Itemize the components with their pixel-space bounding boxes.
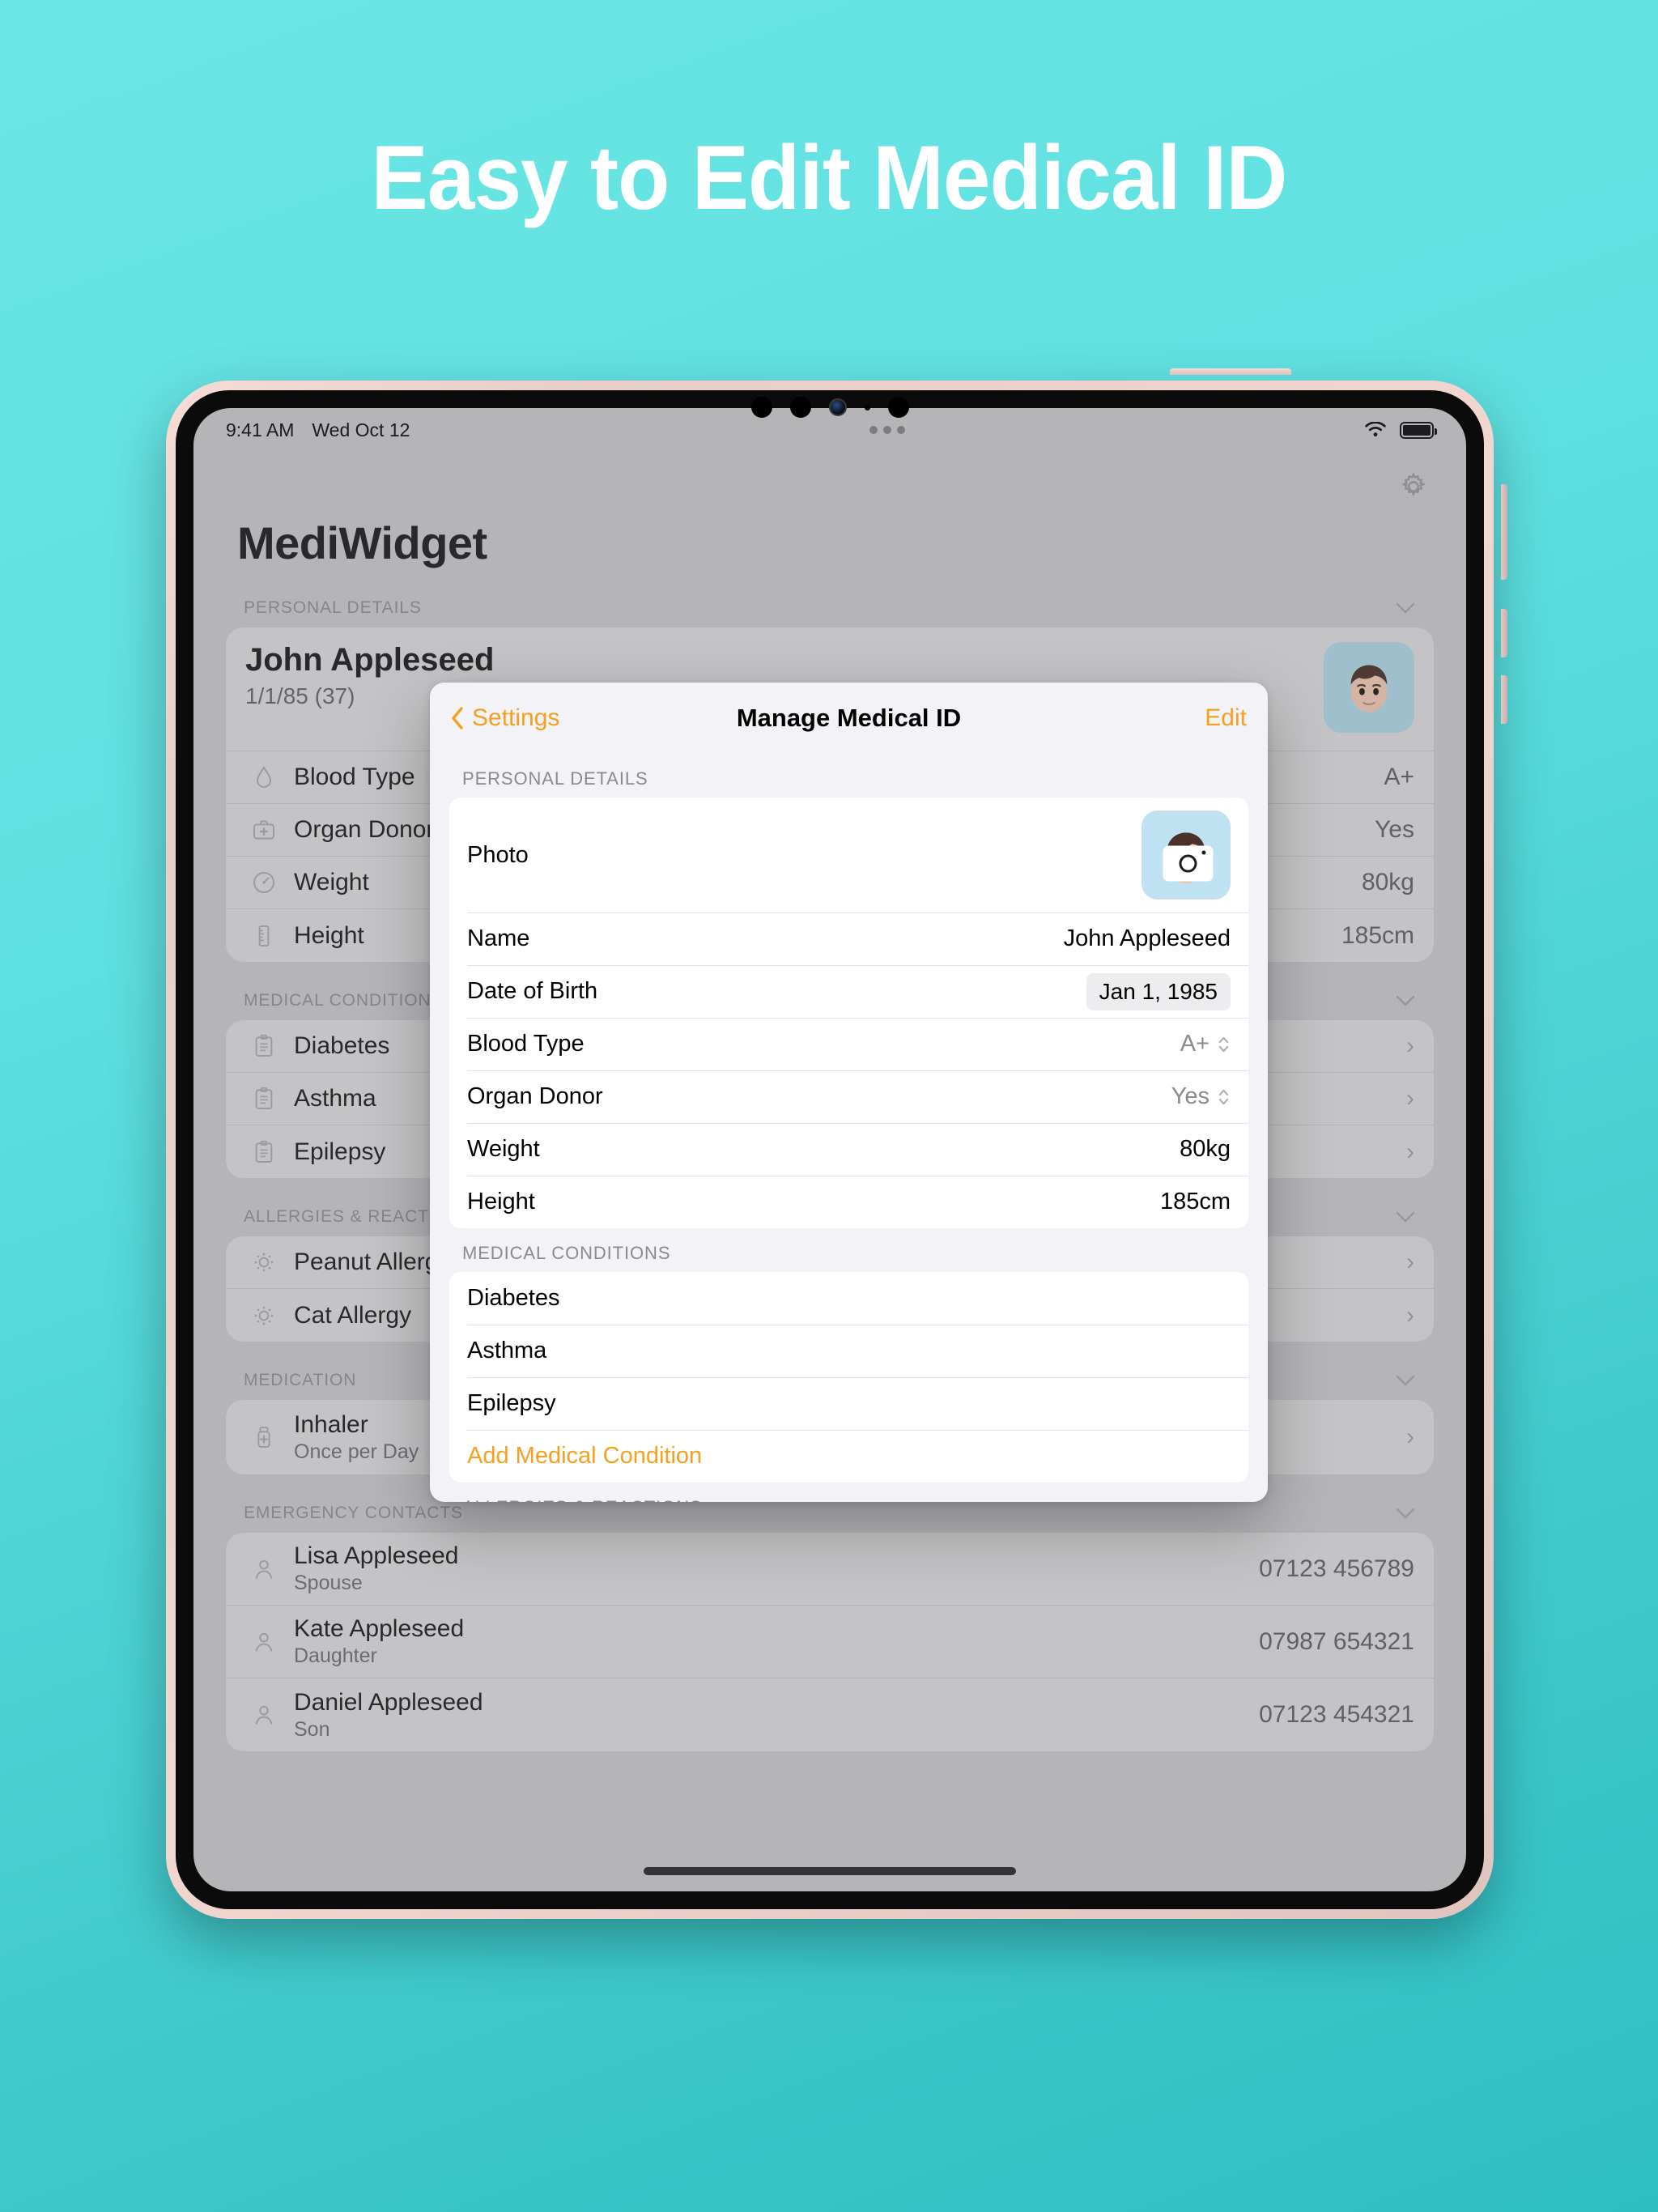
list-item[interactable]: Epilepsy [449, 1377, 1248, 1430]
page-title: Easy to Edit Medical ID [371, 127, 1288, 228]
weight-row[interactable]: Weight 80kg [449, 1123, 1248, 1176]
camera-icon [1163, 845, 1214, 882]
edit-button[interactable]: Edit [1205, 704, 1247, 732]
status-time: 9:41 AM [226, 419, 295, 440]
back-button-label: Settings [472, 704, 560, 731]
wifi-icon [1365, 422, 1386, 437]
apple-pencil-strip [1501, 484, 1507, 580]
sensor-icon [887, 397, 909, 418]
multitask-handle-icon[interactable] [410, 426, 1364, 434]
sensor-icon [789, 397, 811, 418]
chevron-updown-icon [1218, 1036, 1229, 1052]
battery-icon [1400, 421, 1437, 439]
name-row[interactable]: Name John Appleseed [449, 912, 1248, 965]
modal-navbar: Settings Manage Medical ID Edit [430, 683, 1268, 754]
row-value: A+ [1180, 1031, 1209, 1057]
memoji-avatar[interactable] [1141, 810, 1231, 900]
row-value: 185cm [1159, 1189, 1231, 1214]
blood-type-stepper[interactable]: A+ [1180, 1031, 1231, 1057]
date-picker-field[interactable]: Jan 1, 1985 [1086, 972, 1231, 1010]
row-value: 80kg [1180, 1136, 1231, 1162]
list-item[interactable]: Diabetes [449, 1272, 1248, 1325]
row-label: Epilepsy [467, 1390, 556, 1416]
row-label: Diabetes [467, 1285, 560, 1311]
organ-donor-stepper[interactable]: Yes [1171, 1083, 1231, 1110]
date-of-birth-row[interactable]: Date of Birth Jan 1, 1985 [449, 965, 1248, 1018]
front-camera-icon [828, 398, 847, 416]
sensor-icon [750, 397, 772, 418]
list-item[interactable]: Asthma [449, 1325, 1248, 1377]
row-label: Photo [467, 841, 529, 868]
row-label: Date of Birth [467, 978, 598, 1004]
organ-donor-row[interactable]: Organ Donor Yes [449, 1070, 1248, 1123]
modal-section-header-personal-details: PERSONAL DETAILS [462, 768, 648, 789]
modal-section-header-medical-conditions: MEDICAL CONDITIONS [462, 1243, 671, 1263]
photo-row[interactable]: Photo [449, 798, 1248, 912]
blood-type-row[interactable]: Blood Type A+ [449, 1018, 1248, 1070]
power-button[interactable] [1170, 368, 1291, 375]
device-screen: 9:41 AM Wed Oct 12 MediWidget PERSONAL D… [193, 408, 1466, 1891]
modal-card-personal-details: Photo Name John Appleseed Date of Birth … [449, 798, 1248, 1228]
row-label: Weight [467, 1136, 540, 1162]
status-date: Wed Oct 12 [312, 419, 410, 440]
camera-array [176, 393, 1484, 421]
modal-section-header-allergies: ALLERGIES & REACTIONS [449, 1482, 1248, 1502]
manage-medical-id-sheet: Settings Manage Medical ID Edit PERSONAL… [430, 683, 1268, 1502]
ipad-device: 9:41 AM Wed Oct 12 MediWidget PERSONAL D… [166, 368, 1507, 1919]
chevron-updown-icon [1218, 1089, 1229, 1104]
row-label: Name [467, 925, 530, 951]
add-medical-condition-button[interactable]: Add Medical Condition [449, 1430, 1248, 1482]
row-value: Yes [1171, 1083, 1209, 1109]
row-label: Add Medical Condition [467, 1443, 703, 1469]
row-label: Organ Donor [467, 1083, 603, 1109]
modal-scroll-area[interactable]: PERSONAL DETAILS Photo Name John Applese… [430, 754, 1268, 1502]
row-label: Blood Type [467, 1031, 585, 1057]
chevron-left-icon [452, 707, 463, 730]
row-label: Height [467, 1189, 535, 1214]
ambient-sensor-icon [864, 404, 870, 410]
row-value: John Appleseed [1063, 925, 1231, 951]
height-row[interactable]: Height 185cm [449, 1176, 1248, 1228]
volume-down-button[interactable] [1501, 675, 1507, 724]
home-indicator[interactable] [644, 1867, 1016, 1875]
row-label: Asthma [467, 1338, 547, 1363]
volume-up-button[interactable] [1501, 609, 1507, 657]
back-button[interactable]: Settings [451, 704, 559, 732]
modal-card-medical-conditions: Diabetes Asthma Epilepsy Add Medical Con… [449, 1272, 1248, 1482]
device-bezel: 9:41 AM Wed Oct 12 MediWidget PERSONAL D… [176, 390, 1484, 1909]
